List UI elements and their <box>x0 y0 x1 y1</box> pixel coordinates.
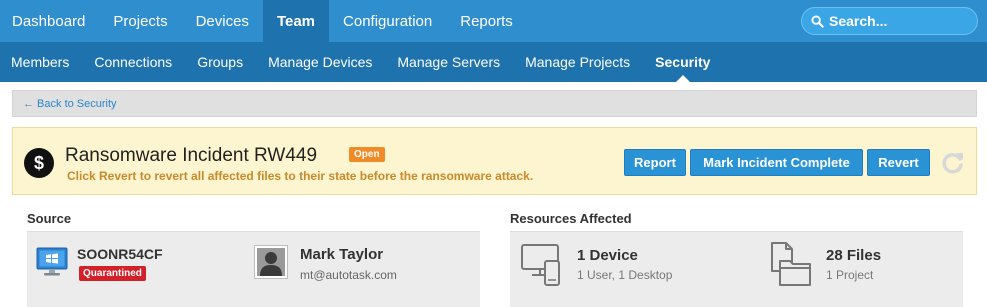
resources-heading: Resources Affected <box>510 211 632 226</box>
source-card: SOONR54CF Quarantined Mark Taylor mt@aut… <box>27 231 480 307</box>
files-affected-detail: 1 Project <box>826 268 874 282</box>
tab-members[interactable]: Members <box>0 42 82 82</box>
devices-affected-title[interactable]: 1 Device <box>577 247 638 264</box>
windows-pc-icon <box>36 247 68 276</box>
nav-projects[interactable]: Projects <box>99 0 181 42</box>
tab-groups[interactable]: Groups <box>185 42 256 82</box>
search-box[interactable] <box>801 7 978 35</box>
search-input[interactable] <box>829 13 969 29</box>
breadcrumb: ← Back to Security <box>12 90 977 117</box>
user-avatar-icon <box>254 245 288 279</box>
files-affected-title[interactable]: 28 Files <box>826 247 881 264</box>
revert-button[interactable]: Revert <box>867 149 930 176</box>
tab-manage-servers[interactable]: Manage Servers <box>385 42 513 82</box>
mark-complete-button[interactable]: Mark Incident Complete <box>690 149 863 176</box>
search-icon <box>811 14 824 28</box>
incident-message: Click Revert to revert all affected file… <box>67 169 534 183</box>
report-button[interactable]: Report <box>624 149 686 176</box>
user-email: mt@autotask.com <box>300 268 397 282</box>
nav-devices[interactable]: Devices <box>182 0 263 42</box>
tab-security[interactable]: Security <box>643 42 723 82</box>
devices-icon <box>521 244 560 286</box>
status-badge: Open <box>349 147 385 162</box>
devices-affected-detail: 1 User, 1 Desktop <box>577 268 673 282</box>
tab-manage-devices[interactable]: Manage Devices <box>256 42 385 82</box>
dollar-icon: $ <box>24 148 54 178</box>
source-heading: Source <box>27 211 72 226</box>
incident-title: Ransomware Incident RW449 <box>65 145 318 166</box>
device-name[interactable]: SOONR54CF <box>77 246 163 262</box>
resources-card: 1 Device 1 User, 1 Desktop 28 Files 1 Pr… <box>510 231 963 307</box>
tab-connections[interactable]: Connections <box>82 42 185 82</box>
back-to-security-link[interactable]: ← Back to Security <box>23 98 117 110</box>
nav-configuration[interactable]: Configuration <box>329 0 446 42</box>
tab-manage-projects[interactable]: Manage Projects <box>513 42 643 82</box>
quarantined-badge: Quarantined <box>79 266 146 281</box>
files-icon <box>771 242 811 286</box>
nav-team[interactable]: Team <box>262 0 330 42</box>
nav-reports[interactable]: Reports <box>446 0 527 42</box>
sub-nav: Members Connections Groups Manage Device… <box>0 42 987 82</box>
refresh-icon[interactable] <box>940 150 966 176</box>
nav-dashboard[interactable]: Dashboard <box>0 0 99 42</box>
user-name[interactable]: Mark Taylor <box>300 246 383 263</box>
incident-banner: $ Ransomware Incident RW449 Open Click R… <box>12 127 977 195</box>
